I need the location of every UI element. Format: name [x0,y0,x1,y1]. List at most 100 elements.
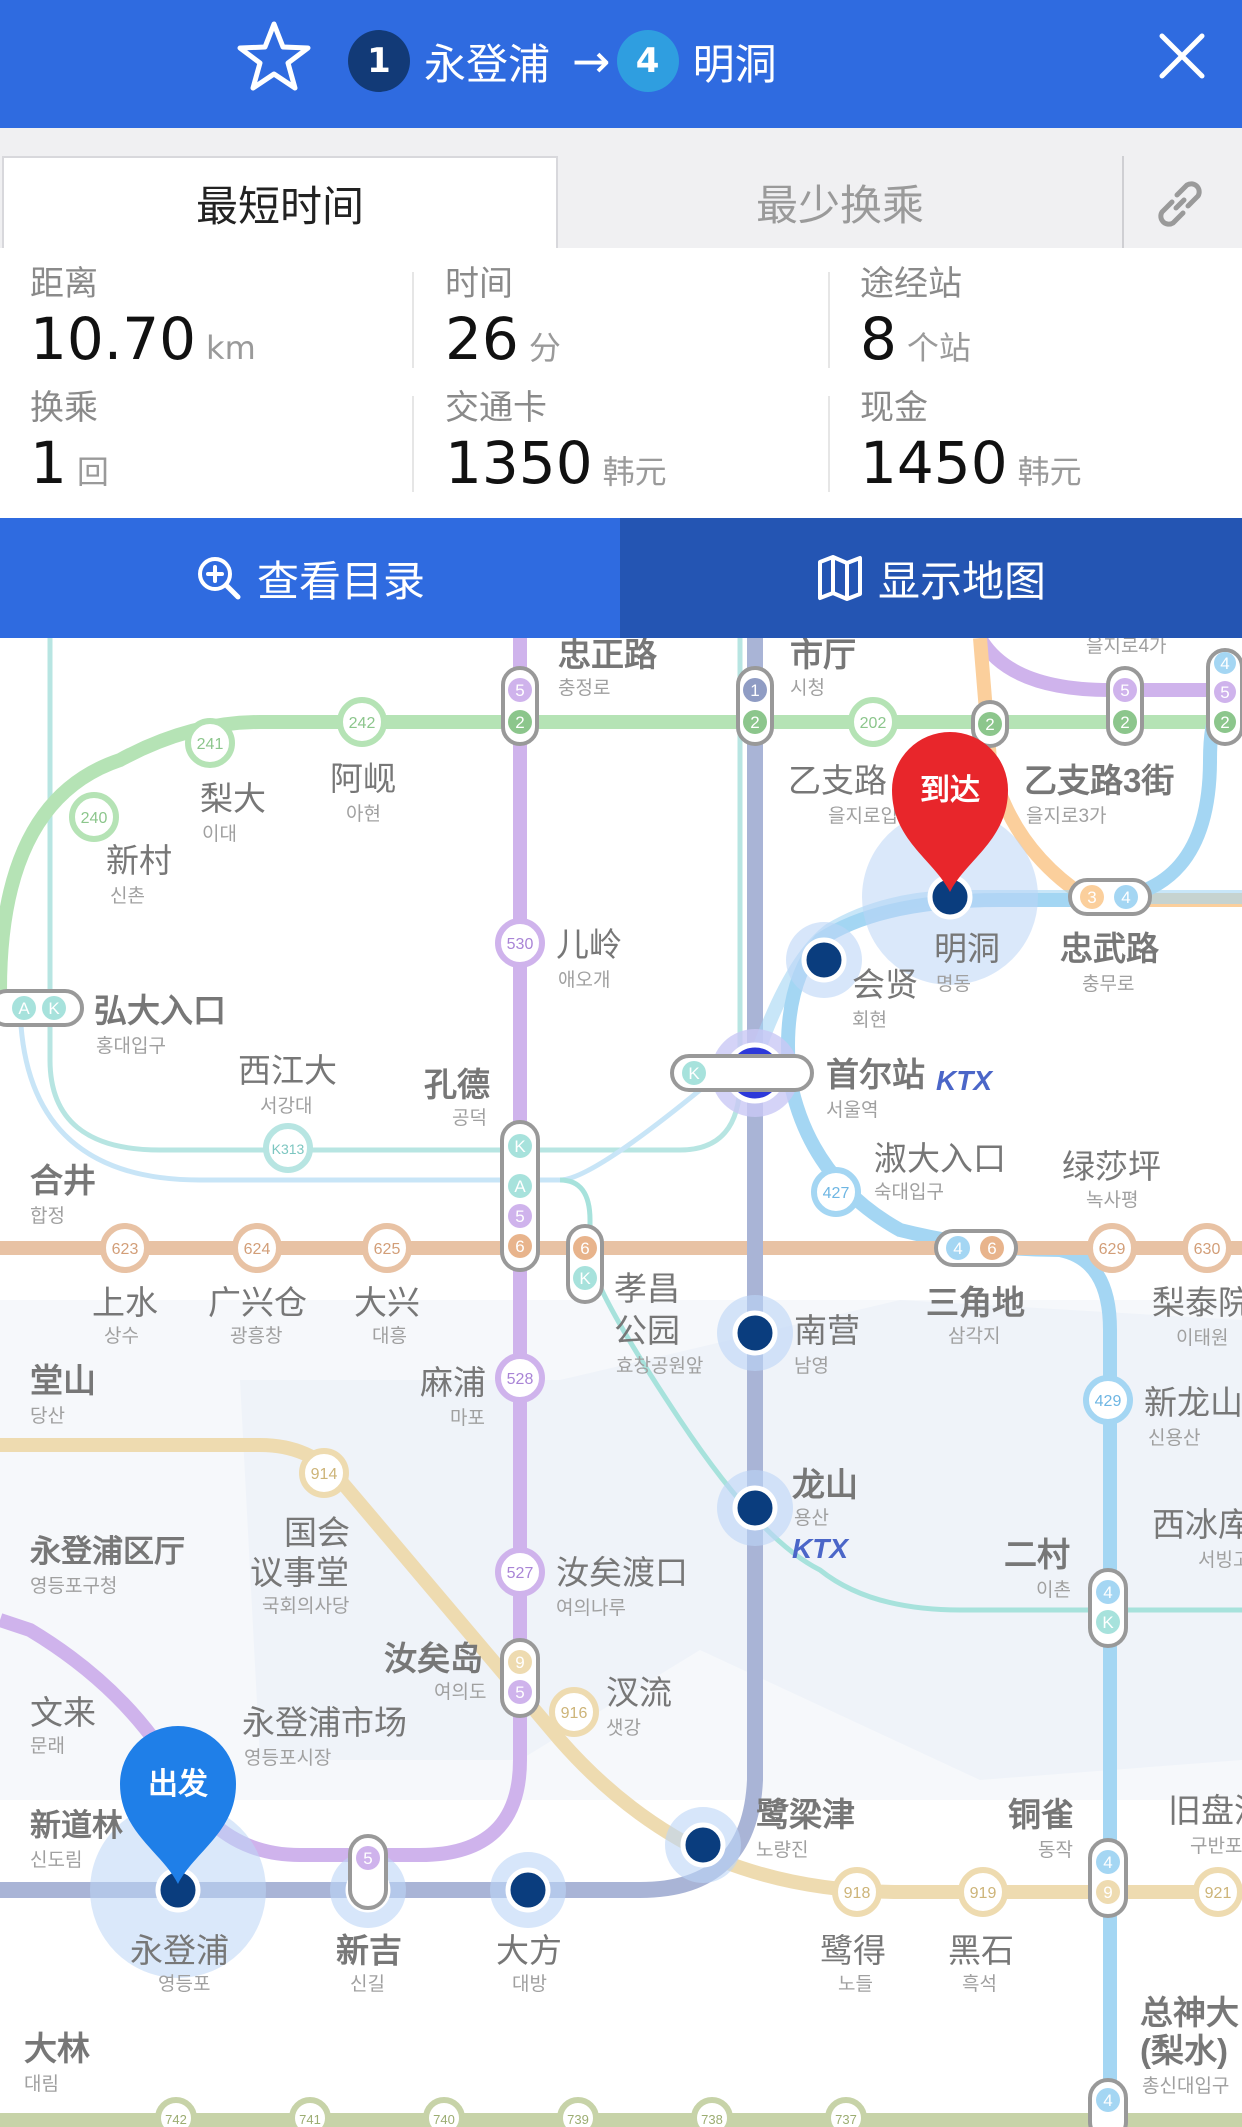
label-ichon[interactable]: 二村 [1004,1536,1070,1573]
code-marker[interactable]: K313 [263,1123,313,1173]
label-hyochang-2[interactable]: 公园 [614,1312,680,1349]
label-chungmuro[interactable]: 忠武路 [1060,930,1160,967]
station-dot-yongsan[interactable] [732,1485,778,1531]
station-dot-namyeong[interactable] [732,1310,778,1356]
code-marker[interactable]: 528 [495,1353,545,1403]
label-chongshin-1[interactable]: 总神大 [1140,1994,1239,2031]
transfer-capsule-hongik[interactable]: A K [0,989,84,1027]
label-ahyeon[interactable]: 阿岘 [330,760,396,797]
label-gwangheungchang[interactable]: 广兴仓 [208,1284,307,1321]
label-hyochang-1[interactable]: 孝昌 [614,1270,680,1307]
show-map-button[interactable]: 显示地图 [620,518,1242,638]
transfer-capsule-singil[interactable]: 5 [348,1834,388,1910]
label-itaewon[interactable]: 梨泰院 [1152,1284,1242,1321]
code-marker[interactable]: 242 [337,697,387,747]
code-marker[interactable]: 202 [848,697,898,747]
code-marker[interactable]: 623 [100,1223,150,1273]
transfer-capsule-gongdeok[interactable]: K A 5 6 [500,1120,540,1272]
label-hoehyeon[interactable]: 会贤 [852,966,918,1003]
transfer-capsule-chungmuro[interactable]: 3 4 [1068,878,1152,916]
label-saetgang[interactable]: 汊流 [606,1674,672,1711]
code-marker[interactable]: 427 [811,1167,861,1217]
code-marker[interactable]: 625 [362,1223,412,1273]
code-marker[interactable]: 624 [232,1223,282,1273]
label-sinyongsan[interactable]: 新龙山 [1144,1384,1242,1421]
label-ydp-market[interactable]: 永登浦市场 [242,1704,407,1741]
label-chongshin-2[interactable]: (梨水) [1140,2032,1228,2069]
code-marker[interactable]: 914 [299,1448,349,1498]
label-mullae[interactable]: 文来 [30,1694,96,1731]
label-daebang[interactable]: 大方 [496,1932,562,1969]
label-yeongdeungpo[interactable]: 永登浦 [130,1932,229,1969]
label-euljiro3[interactable]: 乙支路3街 [1024,762,1174,799]
code-marker[interactable]: 742 [155,2097,197,2127]
close-icon[interactable] [1156,30,1208,82]
label-heukseok[interactable]: 黑石 [948,1932,1014,1969]
transfer-capsule-dongdaemun[interactable]: 4 5 2 [1206,648,1242,746]
label-assembly-1[interactable]: 国会 [284,1514,350,1551]
label-singil[interactable]: 新吉 [336,1932,402,1969]
transfer-capsule-chungjeongno[interactable]: 5 2 [501,666,539,746]
label-gongdeok[interactable]: 孔德 [424,1066,490,1103]
label-ewha[interactable]: 梨大 [200,780,266,817]
label-banpo[interactable]: 旧盘浦 [1168,1792,1242,1829]
label-sookmyung[interactable]: 淑大入口 [874,1140,1006,1177]
label-sinchon[interactable]: 新村 [106,842,172,879]
code-marker[interactable]: 527 [495,1547,545,1597]
label-euljiro[interactable]: 乙支路 [788,762,887,799]
label-noryangjin[interactable]: 鹭梁津 [756,1796,855,1833]
label-ydp-office[interactable]: 永登浦区厅 [30,1534,185,1569]
label-assembly-2[interactable]: 议事堂 [250,1554,349,1591]
code-marker[interactable]: 737 [825,2097,867,2127]
code-marker[interactable]: 919 [958,1867,1008,1917]
view-list-button[interactable]: 查看目录 [0,518,620,638]
label-aeogae[interactable]: 儿岭 [556,926,622,963]
code-marker[interactable]: 630 [1182,1223,1232,1273]
label-yeouido[interactable]: 汝矣岛 [384,1640,483,1677]
code-marker[interactable]: 241 [185,718,235,768]
transfer-capsule-ichon[interactable]: 4 K [1088,1568,1128,1648]
label-mapo[interactable]: 麻浦 [420,1364,486,1401]
code-marker[interactable]: 530 [495,918,545,968]
label-cityhall[interactable]: 市厅 [790,638,856,673]
label-yongsan[interactable]: 龙山 [792,1466,858,1503]
label-seobinggo[interactable]: 西冰库 [1152,1506,1242,1543]
label-sangsu[interactable]: 上水 [92,1284,158,1321]
tab-fewest-transfers[interactable]: 最少换乘 [560,156,1120,248]
station-dot-daebang[interactable] [505,1867,551,1913]
link-share-icon[interactable] [1148,172,1212,236]
transfer-capsule-yeouido[interactable]: 9 5 [500,1638,540,1718]
transfer-capsule-hyochang[interactable]: 6 K [566,1224,604,1304]
code-marker[interactable]: 240 [69,792,119,842]
star-favorite-icon[interactable] [236,18,312,94]
subway-map[interactable]: 241 242 240 202 530 K313 427 623 624 625… [0,638,1242,2127]
label-daerim[interactable]: 大林 [24,2030,90,2067]
code-marker[interactable]: 921 [1193,1867,1242,1917]
label-myeongdong[interactable]: 明洞 [934,930,1000,967]
code-marker[interactable]: 738 [691,2097,733,2127]
code-marker[interactable]: 739 [557,2097,599,2127]
tab-shortest-time[interactable]: 最短时间 [2,156,558,248]
code-marker[interactable]: 429 [1083,1375,1133,1425]
label-noksapyeong[interactable]: 绿莎坪 [1062,1148,1161,1185]
code-marker[interactable]: 629 [1087,1223,1137,1273]
label-dangsan[interactable]: 堂山 [30,1362,96,1399]
label-daeheung[interactable]: 大兴 [354,1284,420,1321]
transfer-capsule-dongjak[interactable]: 4 9 [1088,1838,1128,1918]
label-samgakji[interactable]: 三角地 [926,1284,1025,1321]
label-hongik[interactable]: 弘大入口 [94,992,226,1029]
transfer-capsule-euljiro4[interactable]: 5 2 [1106,666,1144,746]
label-seogang[interactable]: 西江大 [238,1052,337,1089]
station-dot-noryangjin[interactable] [680,1822,726,1868]
transfer-capsule-cityhall[interactable]: 1 2 [736,666,774,746]
label-hapjeong[interactable]: 合井 [30,1162,96,1199]
transfer-capsule-chongshin[interactable]: 4 [1088,2078,1128,2127]
label-seoul[interactable]: 首尔站 [826,1056,925,1093]
code-marker[interactable]: 740 [423,2097,465,2127]
label-namyeong[interactable]: 南营 [794,1312,860,1349]
station-dot-hoehyeon[interactable] [801,937,847,983]
transfer-capsule-samgakji[interactable]: 4 6 [934,1229,1018,1267]
label-dongjak[interactable]: 铜雀 [1008,1796,1074,1833]
label-sindorim[interactable]: 新道林 [30,1808,123,1843]
code-marker[interactable]: 918 [832,1867,882,1917]
